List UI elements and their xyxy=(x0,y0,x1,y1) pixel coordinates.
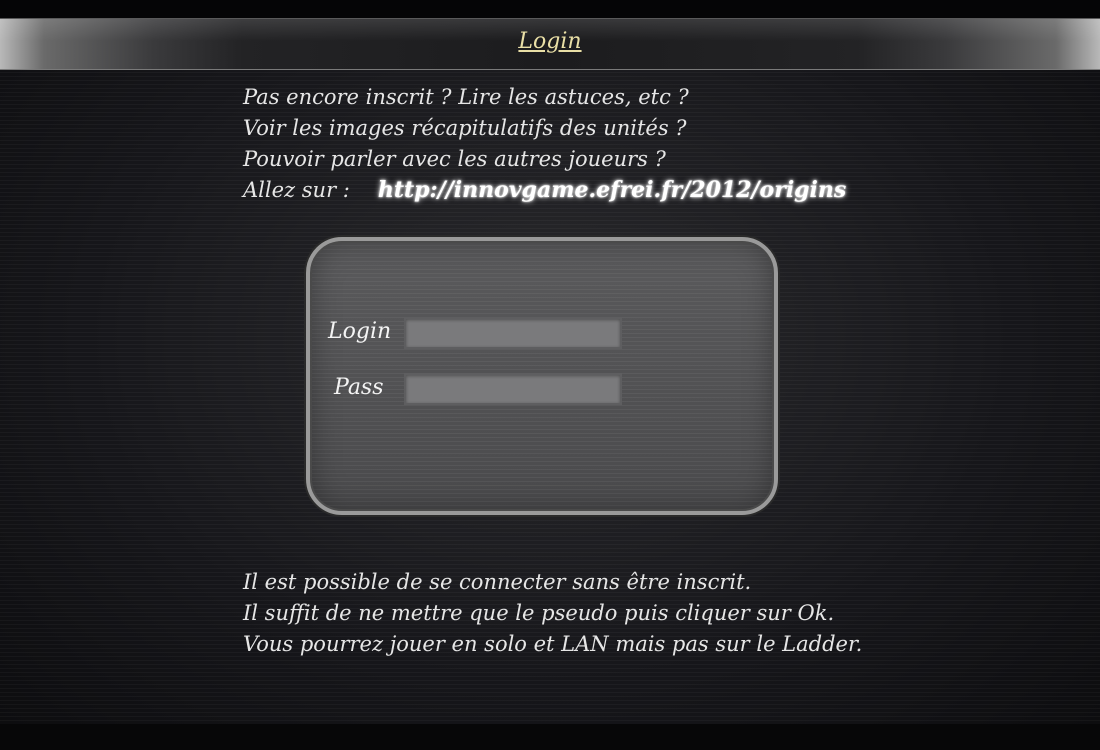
intro-text: Pas encore inscrit ? Lire les astuces, e… xyxy=(243,82,846,206)
footer-line: Vous pourrez jouer en solo et LAN mais p… xyxy=(243,632,863,656)
top-edge xyxy=(0,0,1100,18)
login-input[interactable] xyxy=(404,317,622,349)
intro-goto-line: Allez sur : http://innovgame.efrei.fr/201… xyxy=(243,175,846,206)
website-link[interactable]: http://innovgame.efrei.fr/2012/origins xyxy=(378,177,846,203)
footer-text: Il est possible de se connecter sans êtr… xyxy=(243,567,862,660)
login-panel: Login Pass xyxy=(306,237,778,515)
footer-line: Il suffit de ne mettre que le pseudo pui… xyxy=(243,601,835,625)
password-input[interactable] xyxy=(404,373,622,405)
intro-line: Pas encore inscrit ? Lire les astuces, e… xyxy=(243,85,689,109)
title-bar: Login xyxy=(0,18,1100,70)
intro-line: Pouvoir parler avec les autres joueurs ? xyxy=(243,147,666,171)
goto-label: Allez sur : xyxy=(243,178,350,202)
bottom-edge xyxy=(0,724,1100,750)
pass-field-label: Pass xyxy=(334,375,384,400)
footer-line: Il est possible de se connecter sans êtr… xyxy=(243,570,752,594)
login-field-label: Login xyxy=(328,319,392,344)
intro-line: Voir les images récapitulatifs des unité… xyxy=(243,116,687,140)
page-title-link[interactable]: Login xyxy=(0,29,1100,54)
